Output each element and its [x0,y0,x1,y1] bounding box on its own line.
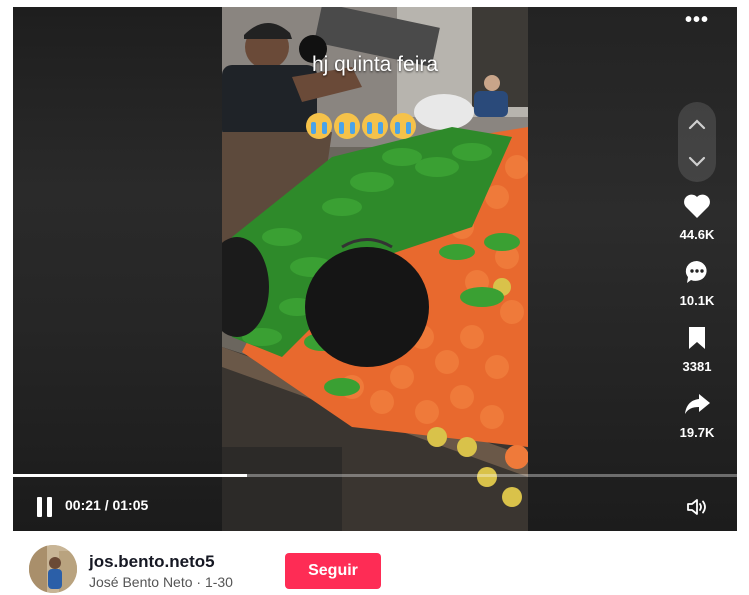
crying-face-icon [390,113,416,139]
chevron-up-icon [688,119,706,130]
crying-face-icon [334,113,360,139]
pause-icon [37,497,42,517]
speaker-icon [687,499,706,515]
previous-video-button[interactable] [678,106,716,142]
more-options-icon[interactable]: ••• [685,9,709,32]
video-player[interactable]: hj quinta feira ••• 44.6K 10.1K 3381 19.… [13,7,737,531]
progress-bar[interactable] [13,474,737,477]
save-action[interactable]: 3381 [669,323,725,374]
crying-face-icon [306,113,332,139]
next-video-button[interactable] [678,144,716,180]
share-action[interactable]: 19.7K [669,389,725,440]
comment-icon [685,260,707,283]
video-scene [222,7,528,531]
comment-count: 10.1K [679,293,715,308]
caption-overlay: hj quinta feira [311,53,439,76]
comment-action[interactable]: 10.1K [669,257,725,308]
playback-time: 00:21 / 01:05 [65,497,149,513]
save-count: 3381 [682,359,712,374]
save-button[interactable] [669,323,725,353]
chevron-down-icon [688,156,706,167]
video-frame[interactable]: hj quinta feira [222,7,528,531]
comment-button[interactable] [669,257,725,287]
progress-bar-fill [13,474,247,477]
blurred-background-left [13,7,222,531]
share-button[interactable] [669,389,725,419]
bookmark-icon [689,327,705,349]
crying-emojis [306,113,416,139]
avatar-image [29,545,77,593]
player-controls: 00:21 / 01:05 [13,481,737,531]
like-count: 44.6K [679,227,715,242]
author-username[interactable]: jos.bento.neto5 [89,552,215,572]
follow-button[interactable]: Seguir [285,553,381,589]
pause-button[interactable] [36,497,54,517]
video-navigation [678,102,716,182]
heart-icon [684,194,710,218]
volume-button[interactable] [685,495,709,519]
crying-face-icon [362,113,388,139]
like-action[interactable]: 44.6K [669,191,725,242]
author-display-line: José Bento Neto · 1-30 [89,574,233,590]
avatar[interactable] [29,545,77,593]
share-arrow-icon [685,394,710,414]
share-count: 19.7K [679,425,715,440]
like-button[interactable] [669,191,725,221]
author-bar: jos.bento.neto5 José Bento Neto · 1-30 S… [0,531,749,595]
